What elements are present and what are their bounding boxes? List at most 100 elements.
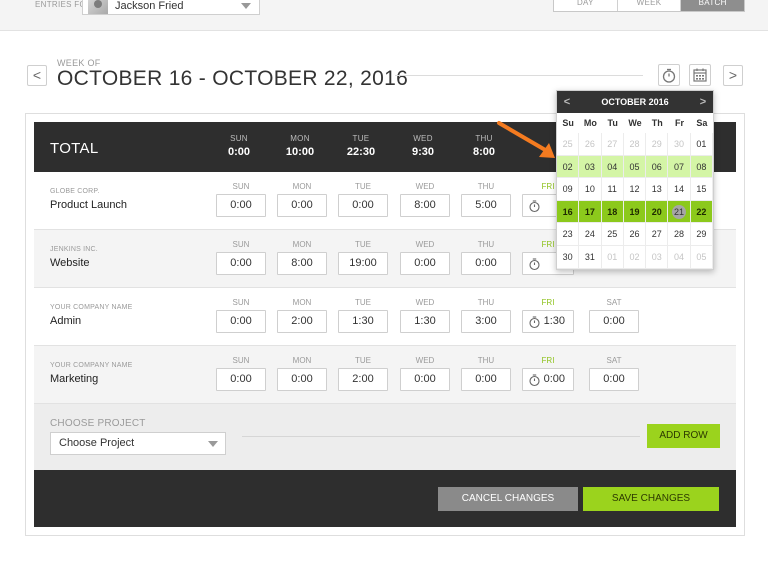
calendar-weekday: We (628, 118, 642, 128)
calendar-week-row: 09 10 11 12 13 14 15 (557, 178, 713, 201)
time-input[interactable]: 0:00 (216, 310, 266, 333)
time-input[interactable]: 1:30 (338, 310, 388, 333)
calendar-day[interactable]: 06 (646, 155, 669, 179)
calendar-day[interactable]: 08 (690, 155, 713, 179)
day-label: MON (292, 356, 312, 365)
calendar-day[interactable]: 03 (646, 245, 669, 269)
client-name: JENKINS INC. (50, 246, 98, 253)
calendar-prev-button[interactable]: < (559, 91, 575, 113)
time-input[interactable]: 2:00 (338, 368, 388, 391)
stopwatch-icon[interactable] (528, 373, 541, 387)
stopwatch-icon[interactable] (528, 199, 541, 213)
calendar-day[interactable]: 20 (646, 200, 669, 224)
add-row-button[interactable]: ADD ROW (647, 424, 720, 448)
calendar-day[interactable]: 26 (579, 133, 602, 156)
calendar-day[interactable]: 05 (623, 155, 647, 179)
time-input[interactable]: 1:30 (522, 310, 574, 333)
calendar-day[interactable]: 11 (601, 178, 624, 201)
calendar-day[interactable]: 29 (690, 223, 713, 246)
total-day-value: 10:00 (285, 146, 315, 158)
calendar-day[interactable]: 24 (579, 223, 602, 246)
calendar-day[interactable]: 29 (646, 133, 669, 156)
time-input[interactable]: 3:00 (461, 310, 511, 333)
calendar-day[interactable]: 07 (668, 155, 691, 179)
calendar-day[interactable]: 15 (690, 178, 713, 201)
calendar-day[interactable]: 03 (579, 155, 602, 179)
view-week-button[interactable]: WEEK (618, 0, 682, 11)
total-label: TOTAL (50, 140, 99, 157)
day-label: SUN (232, 298, 250, 307)
calendar-day[interactable]: 09 (557, 178, 580, 201)
calendar-day[interactable]: 16 (557, 200, 580, 224)
calendar-day[interactable]: 27 (601, 133, 624, 156)
calendar-day[interactable]: 21 (668, 200, 691, 224)
calendar-day[interactable]: 18 (601, 200, 624, 224)
total-day-value: 9:30 (411, 146, 435, 158)
prev-week-button[interactable]: < (27, 65, 47, 86)
time-input[interactable]: 0:00 (400, 252, 450, 275)
calendar-weekday: Tu (607, 118, 618, 128)
time-input[interactable]: 19:00 (338, 252, 388, 275)
project-name: Admin (50, 315, 82, 327)
time-input[interactable]: 0:00 (589, 368, 639, 391)
next-week-button[interactable]: > (723, 65, 743, 86)
calendar-grid: 25 26 27 28 29 30 01 02 03 04 05 06 07 08 09 10 11 12 13 14… (557, 133, 713, 269)
time-input[interactable]: 0:00 (461, 252, 511, 275)
calendar-day[interactable]: 17 (579, 200, 602, 224)
time-input[interactable]: 0:00 (277, 194, 327, 217)
time-input[interactable]: 0:00 (338, 194, 388, 217)
calendar-day[interactable]: 22 (690, 200, 713, 224)
time-input[interactable]: 2:00 (277, 310, 327, 333)
time-input[interactable]: 0:00 (400, 368, 450, 391)
calendar-button[interactable] (689, 64, 711, 86)
calendar-day[interactable]: 31 (579, 245, 602, 269)
calendar-day[interactable]: 10 (579, 178, 602, 201)
calendar-day[interactable]: 01 (601, 245, 624, 269)
project-name: Marketing (50, 373, 99, 385)
calendar-day[interactable]: 01 (690, 133, 713, 156)
calendar-day[interactable]: 04 (601, 155, 624, 179)
time-input[interactable]: 0:00 (216, 194, 266, 217)
calendar-next-button[interactable]: > (695, 91, 711, 113)
time-input[interactable]: 0:00 (216, 368, 266, 391)
total-day-value: 22:30 (346, 146, 376, 158)
time-input[interactable]: 1:30 (400, 310, 450, 333)
time-input[interactable]: 0:00 (277, 368, 327, 391)
timer-button[interactable] (658, 64, 680, 86)
calendar-day[interactable]: 13 (646, 178, 669, 201)
calendar-day[interactable]: 23 (557, 223, 580, 246)
calendar-day[interactable]: 26 (623, 223, 647, 246)
day-label: WED (415, 298, 435, 307)
cancel-changes-button[interactable]: CANCEL CHANGES (438, 487, 578, 511)
time-input[interactable]: 0:00 (461, 368, 511, 391)
time-input[interactable]: 0:00 (522, 368, 574, 391)
day-label: THU (477, 240, 495, 249)
time-input[interactable]: 0:00 (589, 310, 639, 333)
calendar-day[interactable]: 05 (690, 245, 713, 269)
time-input[interactable]: 0:00 (216, 252, 266, 275)
time-input[interactable]: 5:00 (461, 194, 511, 217)
save-changes-button[interactable]: SAVE CHANGES (583, 487, 719, 511)
calendar-day[interactable]: 30 (557, 245, 580, 269)
calendar-day[interactable]: 30 (668, 133, 691, 156)
calendar-day[interactable]: 27 (646, 223, 669, 246)
calendar-day[interactable]: 28 (623, 133, 647, 156)
time-input[interactable]: 8:00 (277, 252, 327, 275)
stopwatch-icon[interactable] (528, 315, 541, 329)
calendar-day[interactable]: 19 (623, 200, 647, 224)
view-batch-button[interactable]: BATCH (681, 0, 745, 11)
user-select[interactable]: Jackson Fried (82, 0, 260, 15)
calendar-day[interactable]: 12 (623, 178, 647, 201)
calendar-day[interactable]: 25 (601, 223, 624, 246)
view-day-button[interactable]: DAY (554, 0, 618, 11)
calendar-day[interactable]: 14 (668, 178, 691, 201)
table-row: YOUR COMPANY NAME Marketing SUN 0:00 MON… (34, 346, 736, 404)
choose-project-select[interactable]: Choose Project (50, 432, 226, 455)
calendar-weekday: Fr (675, 118, 685, 128)
calendar-day[interactable]: 04 (668, 245, 691, 269)
time-input[interactable]: 8:00 (400, 194, 450, 217)
calendar-day[interactable]: 28 (668, 223, 691, 246)
calendar-day[interactable]: 02 (623, 245, 647, 269)
calendar-month-title: OCTOBER 2016 (601, 97, 669, 107)
stopwatch-icon[interactable] (528, 257, 541, 271)
